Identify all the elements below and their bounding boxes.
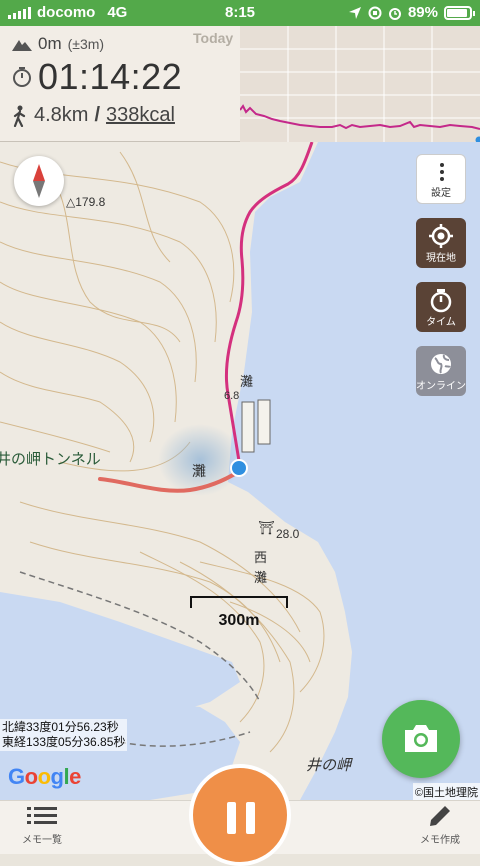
scale-label: 300m xyxy=(190,612,288,630)
calories-value[interactable]: 338kcal xyxy=(106,104,175,127)
distance-row: 4.8km / 338kcal xyxy=(12,104,175,127)
topographic-map[interactable]: △179.8 井の岬トンネル 灘 灘 6.8 ⛩ 28.0 西 灘 井の岬 設定… xyxy=(0,142,480,800)
nishi-label: 西 xyxy=(254,550,267,565)
online-label: オンライン xyxy=(416,377,466,392)
stopwatch-icon xyxy=(429,288,453,314)
google-logo: Google xyxy=(8,764,81,790)
elapsed-time: 01:14:22 xyxy=(38,56,182,98)
camera-icon xyxy=(401,722,441,756)
stopwatch-icon xyxy=(12,66,32,88)
list-icon xyxy=(27,805,57,827)
memo-create-button[interactable]: メモ作成 xyxy=(400,805,480,846)
camera-button[interactable] xyxy=(382,700,460,778)
nada-label: 灘 xyxy=(192,463,206,479)
compass-button[interactable] xyxy=(14,156,64,206)
online-button[interactable]: オンライン xyxy=(416,346,466,396)
current-location-label: 現在地 xyxy=(416,249,466,264)
elevation-6-label: 6.8 xyxy=(224,390,239,402)
current-location-button[interactable]: 現在地 xyxy=(416,218,466,268)
altitude-row: 0m (±3m) xyxy=(12,34,104,54)
pause-icon-right xyxy=(246,802,255,834)
pause-button[interactable] xyxy=(189,764,291,866)
mountain-icon xyxy=(12,37,32,51)
status-bar: docomo 4G 8:15 89% xyxy=(0,0,480,26)
shrine-label: ⛩ xyxy=(258,520,275,535)
pause-icon-left xyxy=(227,802,236,834)
nishi-nada-label: 灘 xyxy=(254,570,267,585)
coordinates-readout: 北緯33度01分56.23秒 東経133度05分36.85秒 xyxy=(0,719,127,751)
map-scale: 300m xyxy=(190,596,288,632)
activity-stats-panel: 0m (±3m) 01:14:22 4.8km / 338kcal Today xyxy=(0,26,480,142)
separator: / xyxy=(94,104,100,127)
nada-small-label: 灘 xyxy=(240,374,253,389)
compass-icon xyxy=(14,156,64,206)
longitude: 東経133度05分36.85秒 xyxy=(2,735,125,750)
graph-label: Today xyxy=(193,30,233,46)
memo-create-label: メモ作成 xyxy=(420,835,460,846)
alarm-icon xyxy=(388,6,402,20)
altitude-accuracy: (±3m) xyxy=(68,36,104,52)
globe-icon xyxy=(429,352,453,378)
memo-list-button[interactable]: メモ一覧 xyxy=(2,805,82,846)
distance-value: 4.8km xyxy=(34,104,88,127)
location-arrow-icon xyxy=(348,6,362,20)
time-label: タイム xyxy=(416,313,466,328)
orientation-lock-icon xyxy=(368,6,382,20)
tunnel-label: 井の岬トンネル xyxy=(0,451,101,468)
time-button[interactable]: タイム xyxy=(416,282,466,332)
elevation-graph[interactable] xyxy=(240,26,480,142)
crosshair-icon xyxy=(429,224,453,250)
peak-label: △179.8 xyxy=(66,195,106,209)
pencil-icon xyxy=(427,805,453,827)
altitude-value: 0m xyxy=(38,34,62,54)
settings-label: 設定 xyxy=(417,184,465,199)
elevation-28-label: 28.0 xyxy=(276,527,300,541)
map-attribution[interactable]: ©国土地理院 xyxy=(413,783,480,800)
latitude: 北緯33度01分56.23秒 xyxy=(2,720,125,735)
battery-icon xyxy=(444,6,472,20)
cape-label: 井の岬 xyxy=(306,757,353,774)
walker-icon xyxy=(12,105,28,127)
timer-row: 01:14:22 xyxy=(12,56,182,98)
battery-percent: 89% xyxy=(408,4,438,21)
memo-list-label: メモ一覧 xyxy=(22,835,62,846)
settings-button[interactable]: 設定 xyxy=(416,154,466,204)
